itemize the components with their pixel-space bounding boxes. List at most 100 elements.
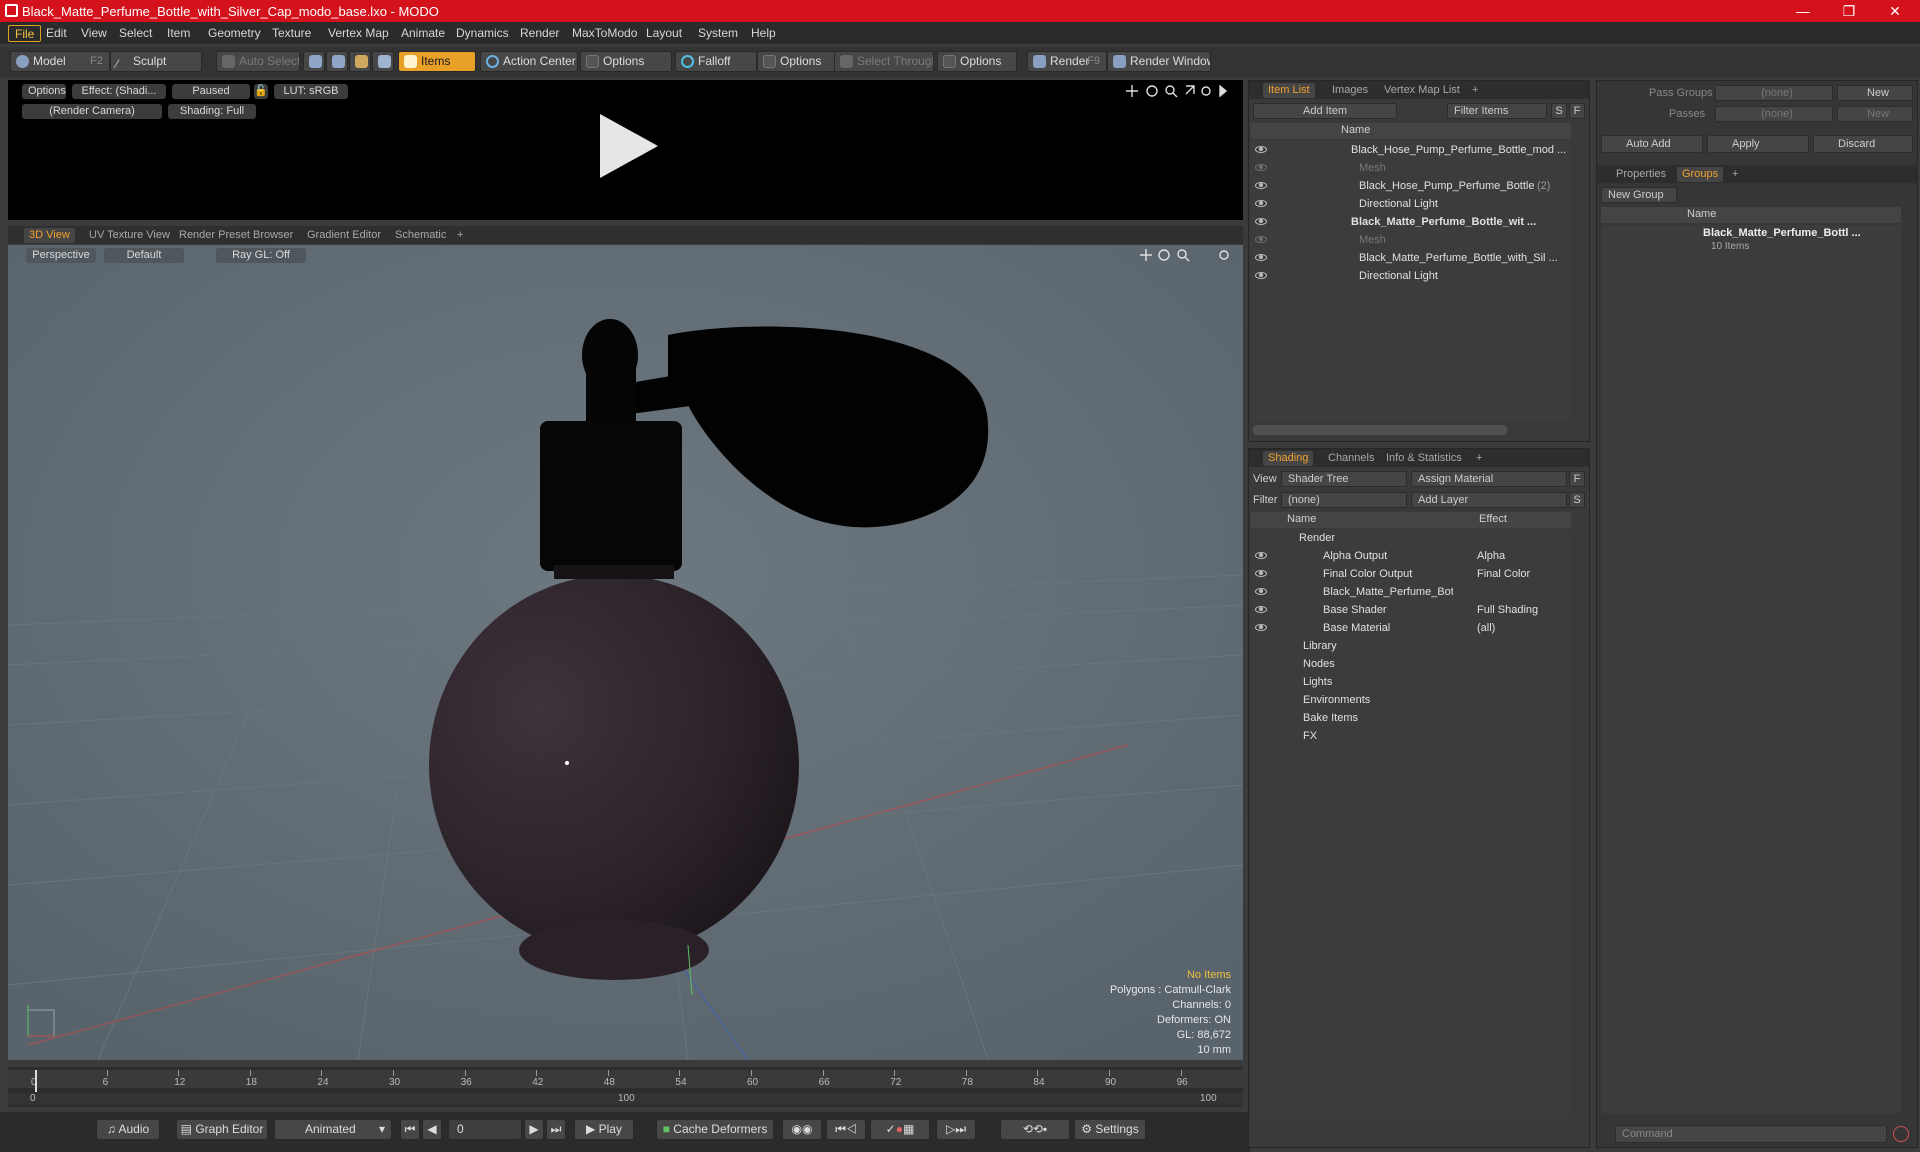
menu-layout[interactable]: Layout (640, 25, 688, 42)
render-camera-dropdown[interactable]: (Render Camera) (22, 104, 162, 119)
assign-material-button[interactable]: Assign Material (1411, 471, 1567, 487)
command-input[interactable]: Command (1615, 1125, 1887, 1143)
go-end-icon[interactable]: ⏭ (546, 1119, 566, 1140)
new-pass-group-button[interactable]: New (1837, 85, 1913, 101)
menu-vertex-map[interactable]: Vertex Map (322, 25, 395, 42)
menu-view[interactable]: View (75, 25, 113, 42)
menu-dynamics[interactable]: Dynamics (450, 25, 515, 42)
item-list-row[interactable]: Black_Matte_Perfume_Bottle_with_Sil ... (1251, 249, 1571, 267)
shader-tree-row[interactable]: Base Material (all) (1251, 619, 1571, 637)
shading-dropdown[interactable]: Shading: Full (168, 104, 256, 119)
shader-tree-row[interactable]: Base Shader Full Shading (1251, 601, 1571, 619)
action-center-options-button[interactable]: Options (580, 51, 672, 72)
default-style-dropdown[interactable]: Default (104, 248, 184, 263)
tab-render-preset-browser[interactable]: Render Preset Browser (174, 228, 298, 243)
cache-deformers-button[interactable]: ■ Cache Deformers (656, 1119, 774, 1140)
frame-input[interactable]: 0 (448, 1119, 522, 1140)
viewport-nav-icons[interactable] (1140, 247, 1235, 263)
item-list-row[interactable]: Directional Light (1251, 195, 1571, 213)
menu-texture[interactable]: Texture (266, 25, 317, 42)
audio-button[interactable]: ♫ Audio (96, 1119, 160, 1140)
timeline-ruler[interactable] (8, 1070, 1243, 1088)
shader-tree-row[interactable]: Environments (1251, 691, 1571, 709)
render-button[interactable]: Render F9 (1027, 51, 1107, 72)
menu-edit[interactable]: Edit (40, 25, 73, 42)
menu-file[interactable]: File (8, 25, 42, 42)
menu-geometry[interactable]: Geometry (202, 25, 267, 42)
auto-add-button[interactable]: Auto Add (1601, 135, 1703, 153)
preview-effect-dropdown[interactable]: Effect: (Shadi... (72, 84, 166, 99)
falloff-options-button[interactable]: Options (757, 51, 837, 72)
apply-button[interactable]: Apply (1707, 135, 1809, 153)
shader-tree-row[interactable]: Final Color Output Final Color (1251, 565, 1571, 583)
menu-animate[interactable]: Animate (395, 25, 451, 42)
animated-dropdown[interactable]: Animated ▾ (274, 1119, 392, 1140)
go-start-icon[interactable]: ⏮ (400, 1119, 420, 1140)
record-tools[interactable]: ✓●▦ (870, 1119, 930, 1140)
tab-info-statistics[interactable]: Info & Statistics (1381, 451, 1467, 466)
prev-key-icon[interactable]: ◀ (422, 1119, 442, 1140)
visibility-eye-icon[interactable] (1255, 254, 1267, 261)
graph-editor-button[interactable]: ▤ Graph Editor (176, 1119, 268, 1140)
tab-groups[interactable]: Groups (1677, 167, 1724, 182)
visibility-eye-icon[interactable] (1255, 146, 1267, 153)
shader-tree-row[interactable]: Bake Items (1251, 709, 1571, 727)
shader-layer-effect[interactable]: Alpha (1477, 547, 1505, 565)
menu-system[interactable]: System (692, 25, 744, 42)
shader-tree-row[interactable]: FX (1251, 727, 1571, 745)
item-list-row[interactable]: Directional Light (1251, 267, 1571, 285)
shader-tree-row[interactable]: Nodes (1251, 655, 1571, 673)
auto-select-button[interactable]: Auto Select (216, 51, 300, 72)
item-list-row[interactable]: Mesh (1251, 231, 1571, 249)
maximize-button[interactable]: ❐ (1826, 0, 1872, 22)
shader-layer-effect[interactable]: Final Color (1477, 565, 1530, 583)
add-tab-button[interactable]: + (1727, 167, 1743, 182)
item-list-row[interactable]: Black_Hose_Pump_Perfume_Bottle (2) (1251, 177, 1571, 195)
view-dropdown[interactable]: Shader Tree (1281, 471, 1407, 487)
model-mode-button[interactable]: Model F2 (10, 51, 110, 72)
3d-viewport[interactable]: Perspective Default Ray GL: Off No Items… (8, 245, 1243, 1060)
visibility-eye-icon[interactable] (1255, 606, 1267, 613)
select-through-button[interactable]: Select Through (834, 51, 934, 72)
menu-render[interactable]: Render (514, 25, 565, 42)
filter-items-input[interactable]: Filter Items (1447, 103, 1547, 119)
passes-dropdown[interactable]: (none) (1715, 106, 1833, 122)
visibility-eye-icon[interactable] (1255, 552, 1267, 559)
preview-nav-icons[interactable] (1126, 83, 1238, 99)
pass-groups-dropdown[interactable]: (none) (1715, 85, 1833, 101)
select-through-options-button[interactable]: Options (937, 51, 1017, 72)
visibility-eye-icon[interactable] (1255, 624, 1267, 631)
visibility-eye-icon[interactable] (1255, 218, 1267, 225)
key-next-tools[interactable]: ▷⏭ (936, 1119, 976, 1140)
tab-images[interactable]: Images (1327, 83, 1373, 98)
visibility-eye-icon[interactable] (1255, 570, 1267, 577)
play-icon[interactable] (592, 112, 662, 182)
filter-dropdown[interactable]: (none) (1281, 492, 1407, 508)
visibility-eye-icon[interactable] (1255, 182, 1267, 189)
lut-dropdown[interactable]: LUT: sRGB (274, 84, 348, 99)
lock-icon[interactable]: 🔓 (254, 84, 268, 99)
add-tab-button[interactable]: + (1467, 83, 1483, 98)
key-mode-tools[interactable]: ⟲⟲▪ (1000, 1119, 1070, 1140)
tab-channels[interactable]: Channels (1323, 451, 1379, 466)
shader-layer-effect[interactable]: (all) (1477, 619, 1495, 637)
shader-tree-row[interactable]: Library (1251, 637, 1571, 655)
tab-item-list[interactable]: Item List (1263, 83, 1315, 98)
add-layer-dropdown[interactable]: Add Layer (1411, 492, 1567, 508)
tab-properties[interactable]: Properties (1611, 167, 1671, 182)
new-pass-button[interactable]: New (1837, 106, 1913, 122)
s-toggle-button[interactable]: S (1551, 103, 1567, 119)
menu-select[interactable]: Select (113, 25, 158, 42)
shader-layer-effect[interactable]: Full Shading (1477, 601, 1538, 619)
shader-tree-row[interactable]: Black_Matte_Perfume_Bot ... (1251, 583, 1571, 601)
command-history-icon[interactable] (1893, 1126, 1909, 1142)
preview-options-button[interactable]: Options (22, 84, 66, 99)
tab-3d-view[interactable]: 3D View (24, 228, 75, 243)
shader-tree-row[interactable]: Render (1251, 529, 1571, 547)
item-list-scrollbar[interactable] (1253, 425, 1507, 435)
menu-maxtomodo[interactable]: MaxToModo (566, 25, 643, 42)
tab-shading[interactable]: Shading (1263, 451, 1314, 466)
keyframe-tools[interactable]: ◉◉ (782, 1119, 822, 1140)
tab-uv-texture-view[interactable]: UV Texture View (84, 228, 175, 243)
shader-tree-row[interactable]: Lights (1251, 673, 1571, 691)
